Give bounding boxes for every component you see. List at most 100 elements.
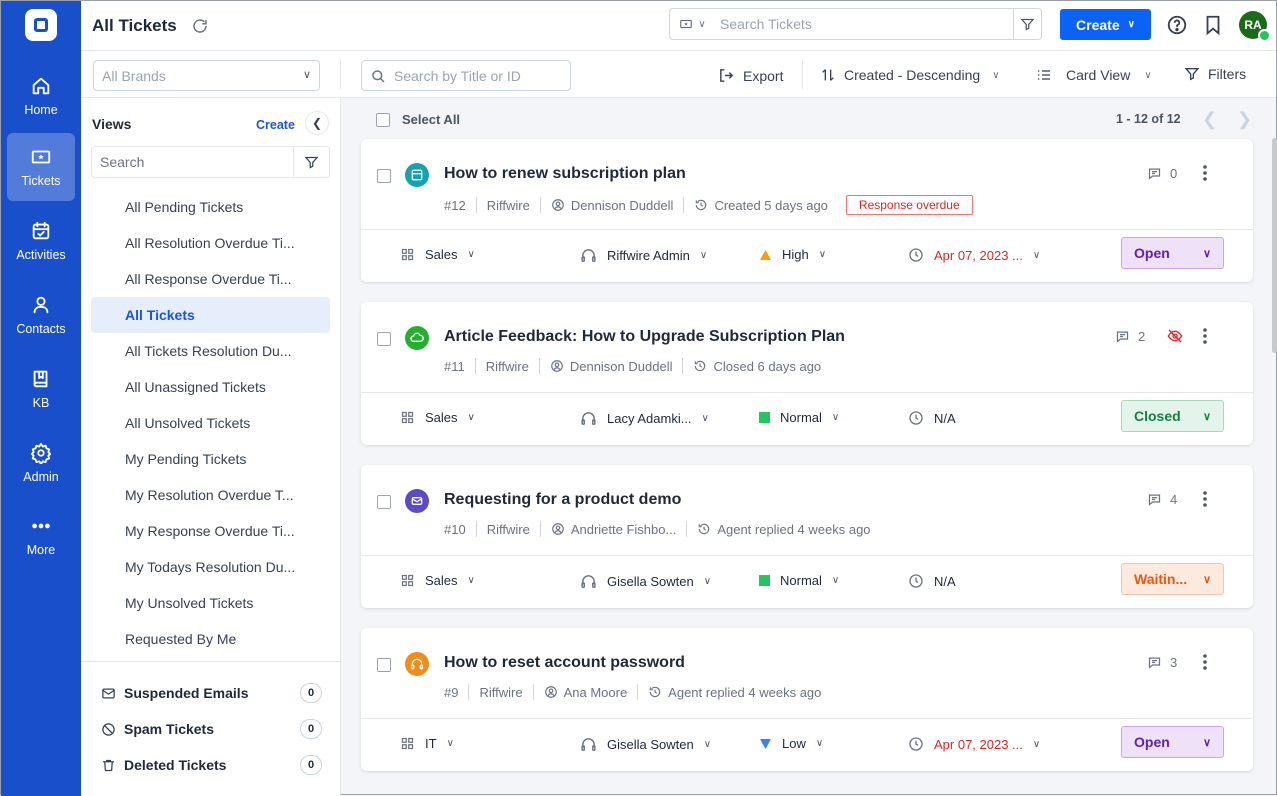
more-options-icon[interactable] bbox=[1199, 326, 1211, 346]
view-item[interactable]: My Todays Resolution Du... bbox=[91, 549, 330, 585]
collapse-panel-button[interactable]: ❮ bbox=[305, 111, 329, 135]
comment-count[interactable]: 2 bbox=[1115, 329, 1145, 344]
rail-item-contacts[interactable]: Contacts bbox=[7, 281, 75, 349]
create-button[interactable]: Create ∨ bbox=[1060, 9, 1151, 40]
ticket-checkbox[interactable] bbox=[377, 332, 391, 346]
view-item[interactable]: My Pending Tickets bbox=[91, 441, 330, 477]
select-all-checkbox[interactable] bbox=[376, 112, 390, 127]
global-search[interactable]: ∨ Search Tickets bbox=[669, 8, 1042, 40]
views-search-input[interactable]: Search bbox=[92, 154, 293, 170]
refresh-icon[interactable] bbox=[191, 17, 209, 35]
app-logo-icon[interactable] bbox=[25, 9, 57, 41]
title-search-input[interactable]: Search by Title or ID bbox=[361, 60, 571, 91]
agent-value: Gisella Sowten bbox=[607, 574, 694, 589]
help-icon[interactable] bbox=[1166, 14, 1188, 36]
special-view-spam-tickets[interactable]: Spam Tickets 0 bbox=[101, 719, 322, 739]
rail-item-activities[interactable]: Activities bbox=[7, 207, 75, 275]
ticket-checkbox[interactable] bbox=[377, 169, 391, 183]
select-all[interactable]: Select All bbox=[376, 112, 460, 127]
status-dropdown[interactable]: Waitin... ∨ bbox=[1121, 563, 1224, 595]
ticket-card[interactable]: Article Feedback: How to Upgrade Subscri… bbox=[361, 302, 1253, 445]
view-item[interactable]: All Tickets Resolution Du... bbox=[91, 333, 330, 369]
ticket-checkbox[interactable] bbox=[377, 658, 391, 672]
view-item[interactable]: My Resolution Overdue T... bbox=[91, 477, 330, 513]
previous-page-icon[interactable]: ❮ bbox=[1202, 109, 1217, 130]
scrollbar[interactable] bbox=[1272, 138, 1277, 353]
rail-item-admin[interactable]: Admin bbox=[7, 429, 75, 497]
group-dropdown[interactable]: IT ∨ bbox=[400, 736, 454, 751]
ticket-brand: Riffwire bbox=[485, 358, 529, 374]
view-item[interactable]: My Response Overdue Ti... bbox=[91, 513, 330, 549]
view-item[interactable]: All Unassigned Tickets bbox=[91, 369, 330, 405]
ticket-card[interactable]: How to renew subscription plan #12 Riffw… bbox=[361, 139, 1253, 282]
due-date-dropdown[interactable]: N/A bbox=[908, 410, 956, 426]
view-item[interactable]: All Unsolved Tickets bbox=[91, 405, 330, 441]
ticket-title[interactable]: Requesting for a product demo bbox=[444, 491, 681, 509]
user-avatar[interactable]: RA bbox=[1239, 11, 1271, 42]
ticket-requester[interactable]: Andriette Fishbo... bbox=[571, 522, 677, 537]
brands-select[interactable]: All Brands ∨ bbox=[93, 60, 320, 91]
view-item[interactable]: My Unsolved Tickets bbox=[91, 585, 330, 621]
agent-dropdown[interactable]: Lacy Adamki... ∨ bbox=[580, 410, 709, 427]
ticket-title[interactable]: Article Feedback: How to Upgrade Subscri… bbox=[444, 328, 845, 346]
rail-item-more[interactable]: More bbox=[7, 502, 75, 570]
ticket-id: #10 bbox=[444, 521, 466, 537]
special-view-deleted-tickets[interactable]: Deleted Tickets 0 bbox=[101, 755, 322, 775]
filter-icon[interactable] bbox=[293, 147, 329, 177]
special-view-suspended-emails[interactable]: Suspended Emails 0 bbox=[101, 683, 322, 703]
more-options-icon[interactable] bbox=[1199, 163, 1211, 183]
comment-count[interactable]: 3 bbox=[1147, 655, 1177, 670]
next-page-icon[interactable]: ❯ bbox=[1237, 109, 1252, 130]
view-mode-dropdown[interactable]: Card View ∨ bbox=[1036, 67, 1152, 83]
more-options-icon[interactable] bbox=[1199, 652, 1211, 672]
rail-item-label: Home bbox=[24, 103, 58, 117]
create-view-link[interactable]: Create bbox=[256, 118, 295, 132]
priority-dropdown[interactable]: Low ∨ bbox=[759, 736, 823, 751]
rail-item-home[interactable]: Home bbox=[7, 62, 75, 130]
eye-off-icon[interactable] bbox=[1167, 328, 1183, 344]
priority-dropdown[interactable]: Normal ∨ bbox=[759, 573, 839, 588]
priority-dropdown[interactable]: High ∨ bbox=[759, 247, 826, 262]
status-dropdown[interactable]: Open ∨ bbox=[1121, 237, 1224, 269]
bookmark-icon[interactable] bbox=[1202, 14, 1224, 36]
comment-count[interactable]: 0 bbox=[1147, 166, 1177, 181]
headset-icon bbox=[411, 658, 423, 670]
view-item[interactable]: All Response Overdue Ti... bbox=[91, 261, 330, 297]
ticket-requester[interactable]: Ana Moore bbox=[564, 685, 628, 700]
ticket-title[interactable]: How to renew subscription plan bbox=[444, 165, 686, 183]
ticket-title[interactable]: How to reset account password bbox=[444, 654, 685, 672]
ticket-card[interactable]: How to reset account password #9 Riffwir… bbox=[361, 628, 1253, 771]
ticket-requester[interactable]: Dennison Duddell bbox=[570, 359, 673, 374]
special-view-label: Deleted Tickets bbox=[124, 757, 227, 773]
group-dropdown[interactable]: Sales ∨ bbox=[400, 247, 475, 262]
ticket-requester[interactable]: Dennison Duddell bbox=[571, 198, 674, 213]
agent-dropdown[interactable]: Riffwire Admin ∨ bbox=[580, 247, 707, 264]
rail-item-kb[interactable]: KB bbox=[7, 355, 75, 423]
group-dropdown[interactable]: Sales ∨ bbox=[400, 410, 475, 425]
agent-dropdown[interactable]: Gisella Sowten ∨ bbox=[580, 573, 711, 590]
ticket-card[interactable]: Requesting for a product demo #10 Riffwi… bbox=[361, 465, 1253, 608]
ticket-checkbox[interactable] bbox=[377, 495, 391, 509]
agent-dropdown[interactable]: Gisella Sowten ∨ bbox=[580, 736, 711, 753]
export-button[interactable]: Export bbox=[718, 67, 783, 84]
priority-dropdown[interactable]: Normal ∨ bbox=[759, 410, 839, 425]
due-date-dropdown[interactable]: Apr 07, 2023 ... ∨ bbox=[908, 247, 1040, 263]
status-dropdown[interactable]: Open ∨ bbox=[1121, 726, 1224, 758]
comment-count[interactable]: 4 bbox=[1147, 492, 1177, 507]
view-item[interactable]: All Pending Tickets bbox=[91, 189, 330, 225]
group-dropdown[interactable]: Sales ∨ bbox=[400, 573, 475, 588]
due-date-dropdown[interactable]: Apr 07, 2023 ... ∨ bbox=[908, 736, 1040, 752]
view-item[interactable]: Requested By Me bbox=[91, 621, 330, 657]
status-dropdown[interactable]: Closed ∨ bbox=[1121, 400, 1224, 432]
filters-button[interactable]: Filters bbox=[1184, 66, 1246, 82]
sort-dropdown[interactable]: Created - Descending ∨ bbox=[820, 67, 1000, 83]
due-date-dropdown[interactable]: N/A bbox=[908, 573, 956, 589]
rail-item-tickets[interactable]: Tickets bbox=[7, 133, 75, 201]
more-options-icon[interactable] bbox=[1199, 489, 1211, 509]
view-item[interactable]: All Tickets bbox=[91, 297, 330, 333]
view-item[interactable]: All Resolution Overdue Ti... bbox=[91, 225, 330, 261]
filter-icon[interactable] bbox=[1013, 9, 1041, 39]
views-search[interactable]: Search bbox=[91, 146, 330, 178]
global-search-input[interactable]: Search Tickets bbox=[714, 16, 1013, 32]
ticket-type-dropdown[interactable]: ∨ bbox=[670, 17, 714, 31]
